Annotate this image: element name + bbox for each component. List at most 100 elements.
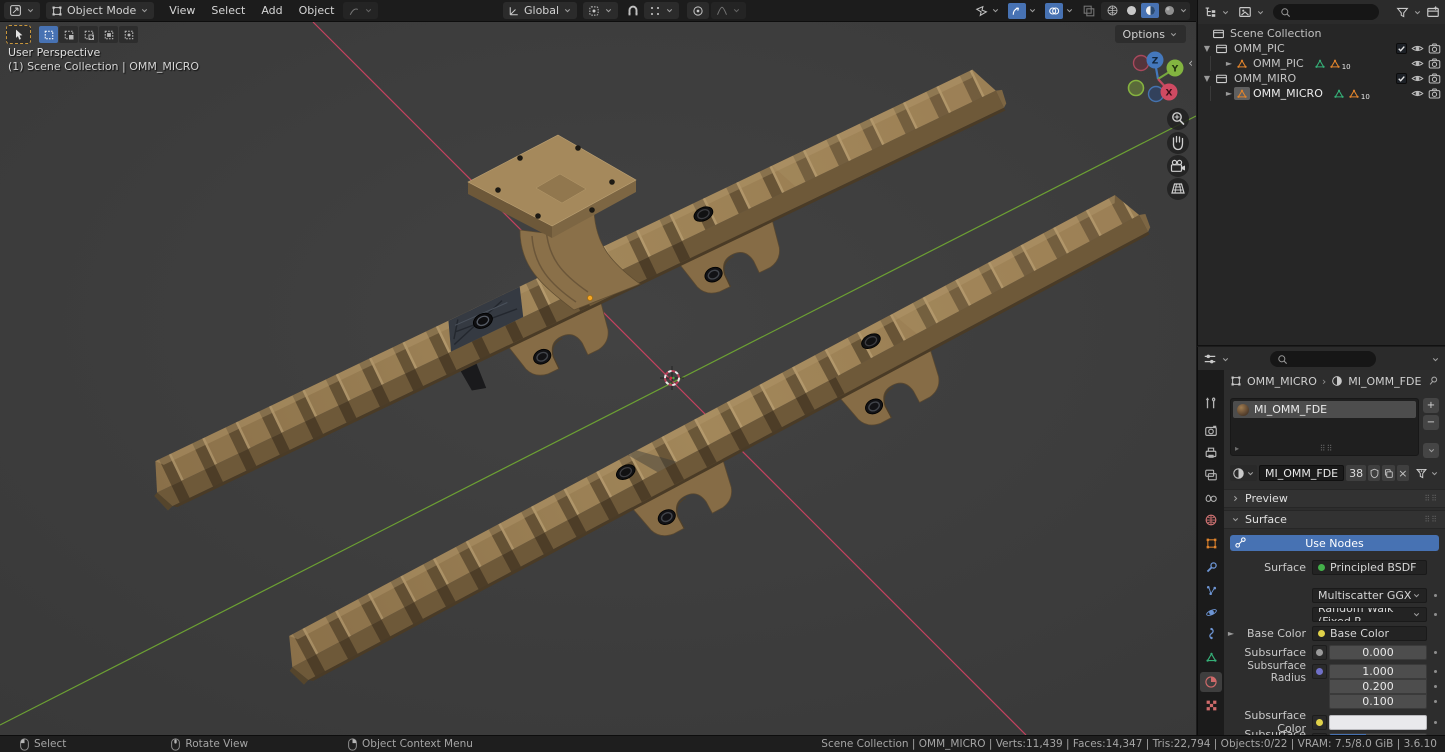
options-dropdown[interactable]: Options: [1115, 25, 1186, 43]
outliner-search-input[interactable]: [1273, 4, 1379, 20]
shading-rendered-button[interactable]: [1160, 3, 1178, 18]
shading-solid-button[interactable]: [1122, 3, 1140, 18]
pin-icon[interactable]: [1427, 375, 1439, 387]
checkbox-icon[interactable]: [1396, 73, 1407, 84]
show-gizmo-toggle[interactable]: [1005, 2, 1040, 19]
checkbox-icon[interactable]: [1396, 43, 1407, 54]
editor-type-button[interactable]: [4, 2, 40, 19]
browse-material-button[interactable]: [1230, 465, 1257, 481]
shading-wireframe-button[interactable]: [1103, 3, 1121, 18]
outliner-row-scene-collection[interactable]: Scene Collection: [1198, 26, 1445, 41]
decorator-dot[interactable]: [1434, 721, 1437, 724]
eye-icon[interactable]: [1411, 87, 1424, 100]
eye-icon[interactable]: [1411, 72, 1424, 85]
decorator-dot[interactable]: [1434, 670, 1437, 673]
color-socket-chip[interactable]: [1312, 715, 1327, 730]
eye-icon[interactable]: [1411, 57, 1424, 70]
sidebar-toggle-arrow[interactable]: ‹: [1186, 55, 1195, 71]
transform-extra-dropdown[interactable]: [343, 2, 378, 19]
subsurface-color-swatch[interactable]: [1329, 715, 1427, 730]
eye-icon[interactable]: [1411, 42, 1424, 55]
tab-particles[interactable]: [1200, 580, 1222, 600]
tab-material[interactable]: [1200, 672, 1222, 692]
snap-magnet-icon[interactable]: [626, 4, 640, 18]
breadcrumb-object[interactable]: OMM_MICRO: [1247, 375, 1317, 388]
radius-x-field[interactable]: 1.000: [1329, 664, 1427, 679]
radius-y-field[interactable]: 0.200: [1329, 679, 1427, 694]
expand-icon[interactable]: ▸: [1235, 444, 1239, 453]
shading-material-preview-button[interactable]: [1141, 3, 1159, 18]
perspective-toggle-button[interactable]: [1167, 178, 1189, 200]
fake-user-button[interactable]: [1368, 465, 1380, 481]
tab-view-layer[interactable]: [1200, 465, 1222, 485]
outliner-row-object-omm-pic[interactable]: ► OMM_PIC 10: [1198, 56, 1445, 71]
zoom-button[interactable]: [1167, 108, 1189, 130]
filter-icon[interactable]: [1396, 6, 1409, 19]
users-count-button[interactable]: 38: [1346, 465, 1366, 481]
mode-dropdown[interactable]: Object Mode: [46, 2, 154, 19]
proportional-falloff-dropdown[interactable]: [711, 2, 746, 19]
link-material-icon[interactable]: [1415, 467, 1428, 480]
properties-editor-icon[interactable]: [1203, 352, 1217, 366]
object-type-visibility-dropdown[interactable]: [972, 2, 1003, 19]
select-mode-invert[interactable]: [99, 26, 118, 43]
axis-x-handle[interactable]: X: [1161, 84, 1178, 101]
radius-z-field[interactable]: 0.100: [1329, 694, 1427, 709]
pan-hand-button[interactable]: [1167, 132, 1189, 154]
decorator-dot[interactable]: [1434, 685, 1437, 688]
select-mode-intersect[interactable]: [119, 26, 138, 43]
slot-specials-button[interactable]: [1423, 443, 1439, 458]
properties-search-input[interactable]: [1270, 351, 1376, 367]
viewport-3d[interactable]: Object Mode View Select Add Object Globa…: [0, 0, 1196, 735]
menu-view[interactable]: View: [162, 4, 202, 17]
disclosure-closed-icon[interactable]: ►: [1224, 89, 1234, 98]
subsurface-value-field[interactable]: 0.000: [1329, 645, 1427, 660]
viewport-canvas[interactable]: Z Y X: [0, 22, 1196, 735]
xray-toggle-icon[interactable]: [1082, 4, 1096, 18]
remove-slot-button[interactable]: −: [1423, 415, 1439, 430]
pivot-point-dropdown[interactable]: [583, 2, 618, 19]
camera-view-button[interactable]: [1167, 155, 1189, 177]
distribution-dropdown[interactable]: Multiscatter GGX: [1312, 588, 1427, 603]
value-socket-chip[interactable]: [1312, 645, 1327, 660]
outliner-editor-icon[interactable]: [1203, 5, 1217, 19]
outliner-row-collection-omm-miro[interactable]: ▼ OMM_MIRO: [1198, 71, 1445, 86]
tab-scene[interactable]: [1200, 487, 1222, 507]
display-mode-icon[interactable]: [1238, 5, 1252, 19]
menu-add[interactable]: Add: [254, 4, 289, 17]
camera-icon[interactable]: [1428, 57, 1441, 70]
sss-method-dropdown[interactable]: Random Walk (Fixed R...: [1312, 607, 1427, 622]
proportional-editing-toggle[interactable]: [687, 2, 709, 19]
select-mode-set[interactable]: [39, 26, 58, 43]
axis-z-handle[interactable]: Z: [1147, 52, 1164, 69]
snap-settings-dropdown[interactable]: [644, 2, 679, 19]
decorator-dot[interactable]: [1434, 594, 1437, 597]
decorator-dot[interactable]: [1434, 613, 1437, 616]
active-tool-button[interactable]: [6, 25, 31, 44]
select-mode-extend[interactable]: [59, 26, 78, 43]
surface-shader-field[interactable]: Principled BSDF: [1312, 560, 1427, 575]
material-slot-list[interactable]: MI_OMM_FDE ▸ ⠿⠿: [1230, 398, 1419, 456]
tab-render[interactable]: [1200, 421, 1222, 441]
add-slot-button[interactable]: +: [1423, 398, 1439, 413]
disclosure-closed-icon[interactable]: ►: [1224, 59, 1234, 68]
camera-icon[interactable]: [1428, 87, 1441, 100]
tab-object[interactable]: [1200, 533, 1222, 553]
axis-y-handle[interactable]: Y: [1167, 60, 1184, 77]
camera-icon[interactable]: [1428, 72, 1441, 85]
tab-texture[interactable]: [1200, 695, 1222, 715]
tab-tool[interactable]: [1200, 393, 1222, 413]
chevron-down-icon[interactable]: [1431, 355, 1440, 364]
outliner-row-collection-omm-pic[interactable]: ▼ OMM_PIC: [1198, 41, 1445, 56]
breadcrumb-material[interactable]: MI_OMM_FDE: [1348, 375, 1421, 388]
panel-surface-header[interactable]: Surface ⠿⠿: [1224, 510, 1445, 529]
disclosure-open-icon[interactable]: ▼: [1202, 44, 1212, 53]
tab-output[interactable]: [1200, 443, 1222, 463]
vector-socket-chip[interactable]: [1312, 664, 1327, 679]
menu-object[interactable]: Object: [292, 4, 342, 17]
copy-material-button[interactable]: [1382, 465, 1394, 481]
disclosure-open-icon[interactable]: ▼: [1202, 74, 1212, 83]
camera-icon[interactable]: [1428, 42, 1441, 55]
material-name-field[interactable]: MI_OMM_FDE: [1259, 465, 1344, 481]
axis-neg-x-handle[interactable]: [1134, 56, 1149, 71]
